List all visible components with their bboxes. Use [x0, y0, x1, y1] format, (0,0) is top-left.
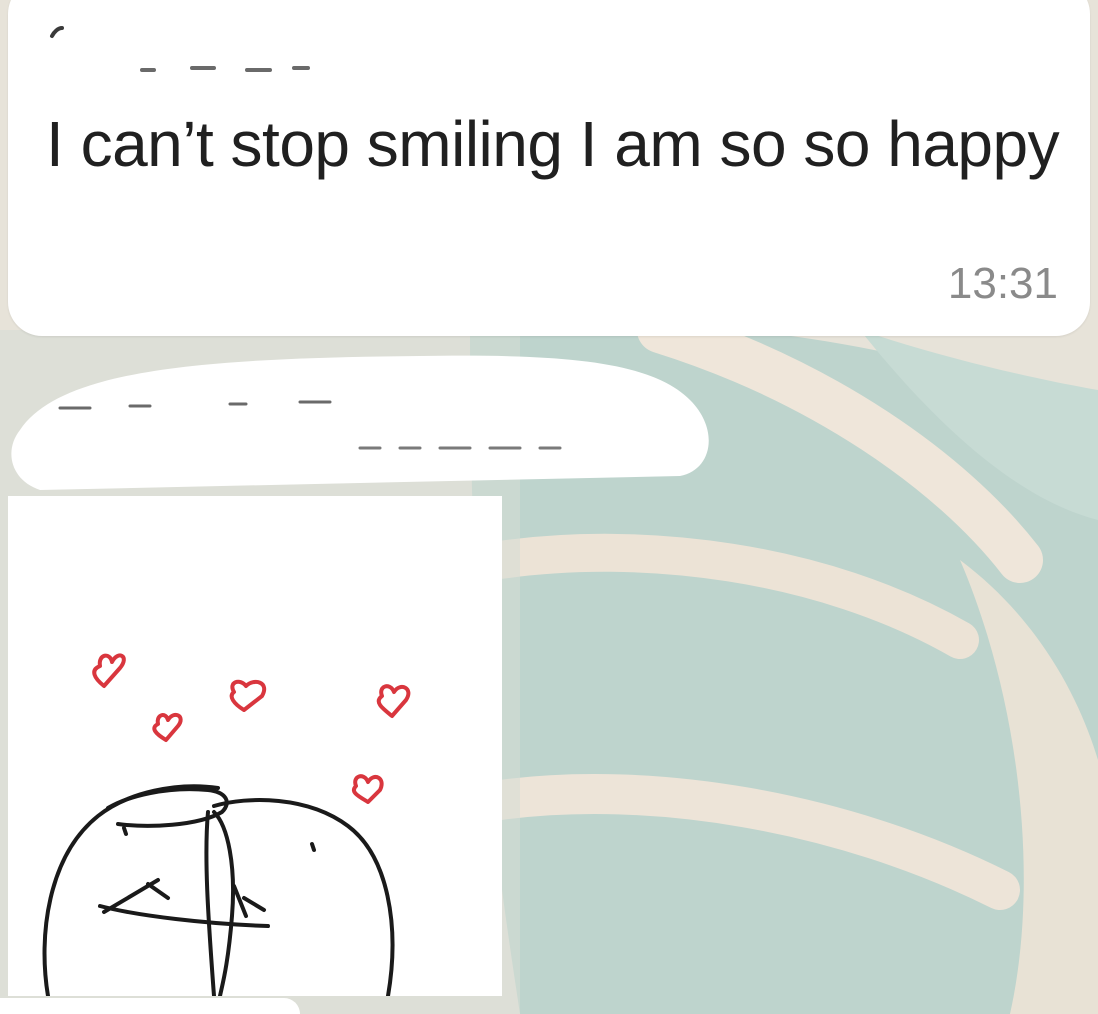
sticker-message[interactable]: [8, 496, 502, 996]
redacted-sender-name: [50, 26, 310, 72]
message-timestamp: 13:31: [947, 259, 1058, 308]
next-message-bubble-edge: [0, 998, 300, 1014]
message-text: I can’t stop smiling I am so so happy: [46, 108, 1060, 180]
hugging-blobs-sticker-icon: [42, 653, 411, 996]
chat-screen: I can’t stop smiling I am so so happy 13…: [0, 0, 1098, 1014]
redacted-message-strip: [11, 355, 709, 490]
